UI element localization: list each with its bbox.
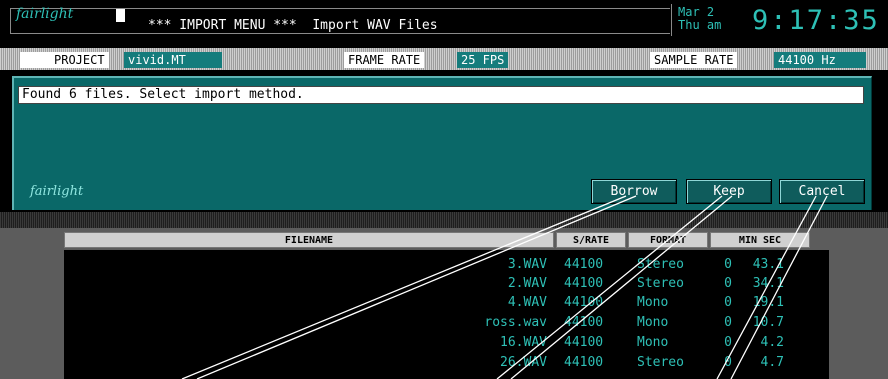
keep-button[interactable]: Keep bbox=[686, 179, 772, 204]
file-srate: 44100 bbox=[564, 355, 604, 370]
file-srate: 44100 bbox=[564, 315, 604, 330]
file-format: Mono bbox=[637, 335, 669, 350]
file-name: 4.WAV bbox=[507, 295, 547, 310]
weekday-label: Thu am bbox=[678, 18, 722, 32]
project-label: PROJECT bbox=[50, 52, 109, 68]
project-label-pad bbox=[20, 52, 50, 68]
file-format: Mono bbox=[637, 315, 669, 330]
text-cursor bbox=[116, 9, 125, 22]
file-sec: 10.7 bbox=[752, 315, 784, 330]
file-name: 26.WAV bbox=[500, 355, 547, 370]
cancel-button[interactable]: Cancel bbox=[779, 179, 865, 204]
file-format: Stereo bbox=[637, 257, 684, 272]
menu-title: *** IMPORT MENU *** Import WAV Files bbox=[148, 18, 438, 33]
table-row[interactable]: 26.WAV 44100 Stereo 0 4.7 bbox=[64, 353, 829, 372]
file-sec: 4.2 bbox=[760, 335, 784, 350]
file-min: 0 bbox=[724, 315, 732, 330]
separator-bar bbox=[0, 212, 888, 228]
table-row[interactable]: 3.WAV 44100 Stereo 0 43.1 bbox=[64, 255, 829, 274]
file-format: Stereo bbox=[637, 276, 684, 291]
file-format: Mono bbox=[637, 295, 669, 310]
status-message: Found 6 files. Select import method. bbox=[18, 86, 864, 104]
file-srate: 44100 bbox=[564, 257, 604, 272]
file-format: Stereo bbox=[637, 355, 684, 370]
sample-rate-label: SAMPLE RATE bbox=[650, 52, 738, 68]
sample-rate-value: 44100 Hz bbox=[774, 52, 866, 68]
file-srate: 44100 bbox=[564, 295, 604, 310]
project-value: vivid.MT bbox=[124, 52, 222, 68]
table-row[interactable]: 16.WAV 44100 Mono 0 4.2 bbox=[64, 333, 829, 352]
frame-rate-value: 25 FPS bbox=[457, 52, 509, 68]
date-label: Mar 2 bbox=[678, 5, 715, 19]
column-header-format[interactable]: FORMAT bbox=[628, 232, 708, 248]
file-min: 0 bbox=[724, 295, 732, 310]
borrow-button[interactable]: Borrow bbox=[591, 179, 677, 204]
file-name: 16.WAV bbox=[500, 335, 547, 350]
file-min: 0 bbox=[724, 276, 732, 291]
file-sec: 43.1 bbox=[752, 257, 784, 272]
table-row[interactable]: 2.WAV 44100 Stereo 0 34.1 bbox=[64, 274, 829, 293]
file-srate: 44100 bbox=[564, 276, 604, 291]
table-row[interactable]: 4.WAV 44100 Mono 0 19.1 bbox=[64, 293, 829, 312]
dialog-fairlight-logo: fairlight bbox=[30, 184, 84, 199]
file-sec: 34.1 bbox=[752, 276, 784, 291]
column-header-minsec[interactable]: MIN SEC bbox=[710, 232, 810, 248]
clock-display: 9:17:35 bbox=[752, 5, 880, 36]
file-sec: 4.7 bbox=[760, 355, 784, 370]
fairlight-logo: fairlight bbox=[16, 6, 74, 22]
column-header-filename[interactable]: FILENAME bbox=[64, 232, 554, 248]
table-row[interactable]: ross.wav 44100 Mono 0 10.7 bbox=[64, 313, 829, 332]
file-name: ross.wav bbox=[484, 315, 547, 330]
file-srate: 44100 bbox=[564, 335, 604, 350]
file-min: 0 bbox=[724, 355, 732, 370]
file-name: 3.WAV bbox=[507, 257, 547, 272]
file-sec: 19.1 bbox=[752, 295, 784, 310]
file-name: 2.WAV bbox=[507, 276, 547, 291]
column-header-srate[interactable]: S/RATE bbox=[556, 232, 626, 248]
frame-rate-label: FRAME RATE bbox=[344, 52, 425, 68]
file-min: 0 bbox=[724, 335, 732, 350]
file-min: 0 bbox=[724, 257, 732, 272]
